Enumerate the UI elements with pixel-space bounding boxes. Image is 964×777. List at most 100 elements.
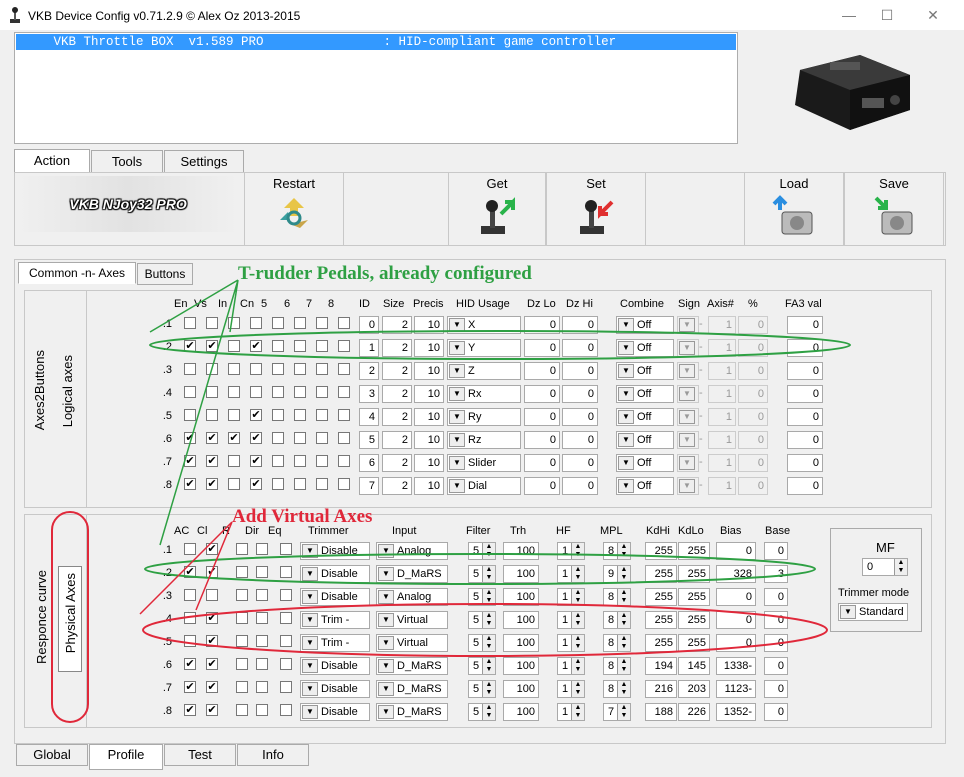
fa3-val-field[interactable]: 0 (787, 339, 823, 357)
checkbox[interactable] (228, 340, 240, 352)
checkbox[interactable] (184, 543, 196, 555)
device-list[interactable]: VKB Throttle BOX v1.589 PRO : HID-compli… (14, 32, 738, 144)
load-button[interactable]: Load (744, 173, 844, 245)
checkbox[interactable] (236, 658, 248, 670)
checkbox[interactable] (316, 340, 328, 352)
hid-usage-select[interactable]: ▼ Ry (447, 408, 521, 426)
trimmer-mode-select[interactable]: ▼ Standard (838, 603, 908, 621)
checkbox[interactable] (338, 386, 350, 398)
kdhi-field[interactable]: 255 (645, 588, 677, 606)
mpl-spinner[interactable]: 8 ▲ ▼ (603, 634, 631, 652)
filter-spinner[interactable]: 5 ▲ ▼ (468, 657, 496, 675)
checkbox[interactable] (338, 340, 350, 352)
checkbox[interactable] (338, 317, 350, 329)
fa3-val-field[interactable]: 0 (787, 431, 823, 449)
checkbox[interactable] (338, 363, 350, 375)
hid-usage-select[interactable]: ▼ Y (447, 339, 521, 357)
spin-arrows-icon[interactable]: ▲ ▼ (571, 612, 584, 628)
checkbox[interactable]: ✔ (184, 681, 196, 693)
checkbox[interactable]: ✔ (206, 478, 218, 490)
tab-buttons[interactable]: Buttons (137, 263, 193, 285)
kdhi-field[interactable]: 255 (645, 542, 677, 560)
mpl-spinner[interactable]: 8 ▲ ▼ (603, 588, 631, 606)
hf-spinner[interactable]: 1 ▲ ▼ (557, 588, 585, 606)
hid-usage-select[interactable]: ▼ Slider (447, 454, 521, 472)
checkbox[interactable]: ✔ (250, 409, 262, 421)
spin-arrows-icon[interactable]: ▲ ▼ (617, 543, 630, 559)
mf-spinner[interactable]: 0 ▲ ▼ (862, 558, 908, 576)
spin-arrows-icon[interactable]: ▲ ▼ (571, 635, 584, 651)
bias-field[interactable]: 1123- (716, 680, 756, 698)
dz-hi-field[interactable]: 0 (562, 477, 598, 495)
get-button[interactable]: Get (448, 173, 546, 245)
mpl-spinner[interactable]: 8 ▲ ▼ (603, 680, 631, 698)
hf-spinner[interactable]: 1 ▲ ▼ (557, 565, 585, 583)
checkbox[interactable] (236, 566, 248, 578)
device-list-item-selected[interactable]: VKB Throttle BOX v1.589 PRO : HID-compli… (16, 34, 736, 50)
filter-spinner[interactable]: 5 ▲ ▼ (468, 611, 496, 629)
trimmer-select[interactable]: ▼ Disable (300, 657, 370, 675)
save-button[interactable]: Save (844, 173, 944, 245)
mpl-spinner[interactable]: 7 ▲ ▼ (603, 703, 631, 721)
id-field[interactable]: 1 (359, 339, 379, 357)
checkbox[interactable] (184, 589, 196, 601)
spin-arrows-icon[interactable]: ▲ ▼ (617, 681, 630, 697)
mpl-spinner[interactable]: 9 ▲ ▼ (603, 565, 631, 583)
checkbox[interactable] (184, 409, 196, 421)
checkbox[interactable]: ✔ (206, 681, 218, 693)
logical-axes-label[interactable]: Logical axes (60, 355, 75, 427)
kdlo-field[interactable]: 255 (678, 565, 710, 583)
set-button[interactable]: Set (546, 173, 646, 245)
hf-spinner[interactable]: 1 ▲ ▼ (557, 542, 585, 560)
checkbox[interactable]: ✔ (184, 658, 196, 670)
fa3-val-field[interactable]: 0 (787, 385, 823, 403)
checkbox[interactable] (280, 635, 292, 647)
checkbox[interactable] (206, 386, 218, 398)
precis-field[interactable]: 10 (414, 431, 444, 449)
checkbox[interactable]: ✔ (206, 658, 218, 670)
checkbox[interactable] (338, 409, 350, 421)
input-select[interactable]: ▼ Analog (376, 588, 448, 606)
checkbox[interactable] (280, 658, 292, 670)
tab-settings[interactable]: Settings (164, 150, 244, 174)
size-field[interactable]: 2 (382, 477, 412, 495)
spin-arrows-icon[interactable]: ▲ ▼ (617, 589, 630, 605)
checkbox[interactable]: ✔ (184, 432, 196, 444)
base-field[interactable]: 0 (764, 542, 788, 560)
checkbox[interactable] (280, 612, 292, 624)
checkbox[interactable] (184, 363, 196, 375)
precis-field[interactable]: 10 (414, 362, 444, 380)
tab-profile[interactable]: Profile (89, 744, 163, 770)
spin-arrows-icon[interactable]: ▲ ▼ (482, 566, 495, 582)
combine-select[interactable]: ▼ Off (616, 316, 674, 334)
checkbox[interactable] (256, 704, 268, 716)
checkbox[interactable] (316, 386, 328, 398)
hf-spinner[interactable]: 1 ▲ ▼ (557, 634, 585, 652)
checkbox[interactable] (228, 478, 240, 490)
trh-field[interactable]: 100 (503, 634, 539, 652)
checkbox[interactable]: ✔ (206, 455, 218, 467)
checkbox[interactable] (294, 363, 306, 375)
checkbox[interactable]: ✔ (206, 566, 218, 578)
trh-field[interactable]: 100 (503, 657, 539, 675)
spin-arrows-icon[interactable]: ▲ ▼ (571, 543, 584, 559)
checkbox[interactable] (206, 409, 218, 421)
spin-arrows-icon[interactable]: ▲ ▼ (571, 589, 584, 605)
id-field[interactable]: 3 (359, 385, 379, 403)
maximize-button[interactable]: ☐ (864, 0, 910, 30)
kdlo-field[interactable]: 255 (678, 588, 710, 606)
checkbox[interactable] (294, 409, 306, 421)
trh-field[interactable]: 100 (503, 542, 539, 560)
size-field[interactable]: 2 (382, 431, 412, 449)
checkbox[interactable] (236, 704, 248, 716)
checkbox[interactable]: ✔ (250, 455, 262, 467)
spin-arrows-icon[interactable]: ▲ ▼ (482, 681, 495, 697)
checkbox[interactable] (272, 409, 284, 421)
spin-arrows-icon[interactable]: ▲ ▼ (482, 612, 495, 628)
size-field[interactable]: 2 (382, 454, 412, 472)
checkbox[interactable]: ✔ (206, 612, 218, 624)
checkbox[interactable] (294, 478, 306, 490)
restart-button[interactable]: Restart (244, 173, 344, 245)
checkbox[interactable] (280, 566, 292, 578)
spin-arrows-icon[interactable]: ▲ ▼ (482, 543, 495, 559)
